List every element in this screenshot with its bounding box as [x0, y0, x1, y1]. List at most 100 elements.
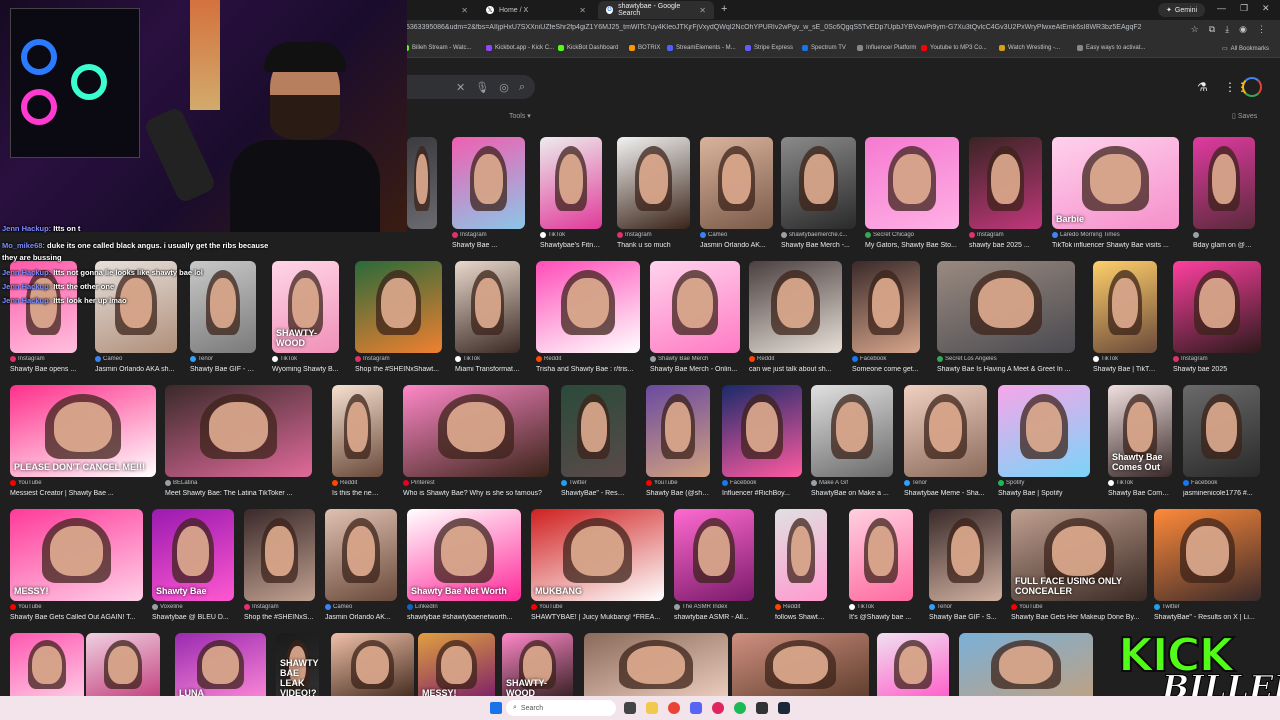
- result-caption[interactable]: Someone come get...: [852, 366, 920, 373]
- minimize-icon[interactable]: —: [1217, 3, 1226, 13]
- image-thumbnail[interactable]: [1183, 385, 1260, 477]
- image-result[interactable]: TikTok It's @Shawty bae ...: [849, 509, 913, 629]
- result-source[interactable]: The ASMR Index: [674, 604, 754, 610]
- result-caption[interactable]: shawty bae 2025 ...: [969, 242, 1042, 249]
- image-result[interactable]: Cameo Jasmin Orlando AK...: [700, 137, 773, 257]
- result-caption[interactable]: Trisha and Shawty Bae : r/tris...: [536, 366, 640, 373]
- image-thumbnail[interactable]: [325, 509, 397, 601]
- extensions-icon[interactable]: ⧉: [1209, 24, 1215, 35]
- result-caption[interactable]: Meet Shawty Bae: The Latina TikToker ...: [165, 490, 312, 497]
- image-thumbnail[interactable]: [650, 261, 740, 353]
- image-result[interactable]: Tenor Shawtybae Meme - Sha...: [904, 385, 987, 505]
- result-source[interactable]: Tenor: [190, 356, 256, 362]
- image-thumbnail[interactable]: SHAWTY-WOOD: [272, 261, 339, 353]
- result-caption[interactable]: Shawty Bae Comes ...: [1108, 490, 1172, 497]
- result-caption[interactable]: Shop the #SHEINxShawt...: [355, 366, 442, 373]
- result-caption[interactable]: Jasmin Orlando AK...: [325, 614, 397, 621]
- result-source[interactable]: Instagram: [617, 232, 690, 238]
- spotify-icon[interactable]: [734, 702, 746, 714]
- image-result[interactable]: Reddit Is this the new Sha...: [332, 385, 383, 505]
- result-caption[interactable]: Shawty Bae GIF - S...: [190, 366, 256, 373]
- result-source[interactable]: Laredo Morning Times: [1052, 232, 1179, 238]
- menu-icon[interactable]: ⋮: [1257, 24, 1266, 35]
- labs-icon[interactable]: ⚗: [1197, 80, 1208, 94]
- image-result[interactable]: Instagram Shawty Bae ...: [452, 137, 525, 257]
- image-thumbnail[interactable]: Shawty Bae Net Worth: [407, 509, 521, 601]
- image-thumbnail[interactable]: [937, 261, 1075, 353]
- result-source[interactable]: Facebook: [1183, 480, 1260, 486]
- result-source[interactable]: YouTube: [1011, 604, 1147, 610]
- image-thumbnail[interactable]: [1093, 261, 1157, 353]
- image-result[interactable]: Instagram Shop the #SHEINxShawt...: [355, 261, 442, 381]
- saves-button[interactable]: ▯ Saves: [1232, 112, 1257, 120]
- image-result[interactable]: Instagram Shop the #SHEINxS...: [244, 509, 315, 629]
- tab-google-search[interactable]: G shawtybae - Google Search ✕: [598, 1, 714, 19]
- tools-button[interactable]: Tools ▾: [509, 112, 531, 120]
- result-caption[interactable]: Jasmin Orlando AKA sh...: [95, 366, 177, 373]
- result-caption[interactable]: Is this the new Sha...: [332, 490, 383, 497]
- image-result[interactable]: Tenor Shawty Bae GIF - S...: [190, 261, 256, 381]
- profile-icon[interactable]: ◉: [1239, 24, 1247, 35]
- result-source[interactable]: Tenor: [929, 604, 1002, 610]
- image-thumbnail[interactable]: [722, 385, 802, 477]
- maximize-icon[interactable]: ❐: [1240, 3, 1248, 14]
- result-caption[interactable]: follows Shawty bae...: [775, 614, 827, 621]
- result-source[interactable]: YouTube: [646, 480, 710, 486]
- image-thumbnail[interactable]: [781, 137, 856, 229]
- image-result[interactable]: Facebook jasminenicole1776 #...: [1183, 385, 1260, 505]
- result-source[interactable]: Cameo: [700, 232, 773, 238]
- search-icon[interactable]: ⌕: [519, 81, 525, 94]
- image-result[interactable]: Bday glam on @Sha...: [1193, 137, 1255, 257]
- image-thumbnail[interactable]: [877, 633, 949, 703]
- account-avatar[interactable]: [1242, 77, 1262, 97]
- image-result[interactable]: YouTube Shawty Bae (@sha...: [646, 385, 710, 505]
- image-result[interactable]: BELatina Meet Shawty Bae: The Latina TikT…: [165, 385, 312, 505]
- result-caption[interactable]: Wyoming Shawty B...: [272, 366, 339, 373]
- image-thumbnail[interactable]: [674, 509, 754, 601]
- image-thumbnail[interactable]: [700, 137, 773, 229]
- result-source[interactable]: Instagram: [969, 232, 1042, 238]
- result-caption[interactable]: Shawty Bae Is Having A Meet & Greet In .…: [937, 366, 1075, 373]
- star-icon[interactable]: ☆: [1191, 24, 1199, 35]
- image-thumbnail[interactable]: [811, 385, 893, 477]
- image-result[interactable]: Barbie Laredo Morning Times TikTok influen…: [1052, 137, 1179, 257]
- result-caption[interactable]: Shawtybae @ BLEU D...: [152, 614, 234, 621]
- bookmark-item[interactable]: StreamElements - M...: [667, 45, 736, 51]
- image-thumbnail[interactable]: [536, 261, 640, 353]
- image-thumbnail[interactable]: [852, 261, 920, 353]
- image-thumbnail[interactable]: PLEASE DON'T CANCEL ME!!!: [10, 385, 156, 477]
- result-caption[interactable]: Shawty Bae Merch - Onlin...: [650, 366, 740, 373]
- image-thumbnail[interactable]: [455, 261, 520, 353]
- result-source[interactable]: Instagram: [10, 356, 77, 362]
- close-icon[interactable]: ✕: [699, 6, 706, 15]
- result-caption[interactable]: Shop the #SHEINxS...: [244, 614, 315, 621]
- result-caption[interactable]: My Gators, Shawty Bae Sto...: [865, 242, 959, 249]
- result-source[interactable]: Facebook: [722, 480, 802, 486]
- result-source[interactable]: Secret Chicago: [865, 232, 959, 238]
- image-result[interactable]: PLEASE DON'T CANCEL ME!!! YouTube Messiest…: [10, 385, 156, 505]
- result-source[interactable]: YouTube: [531, 604, 664, 610]
- image-result[interactable]: SHAWTY-WOOD TikTok Wyoming Shawty B...: [272, 261, 339, 381]
- result-caption[interactable]: Shawty Bae opens ...: [10, 366, 77, 373]
- clear-icon[interactable]: ✕: [456, 81, 465, 94]
- result-caption[interactable]: jasminenicole1776 #...: [1183, 490, 1260, 497]
- bookmark-item[interactable]: Influencer Platform: [857, 45, 916, 51]
- result-caption[interactable]: Shawty Bae | Spotify: [998, 490, 1090, 497]
- image-thumbnail[interactable]: [849, 509, 913, 601]
- image-thumbnail[interactable]: [969, 137, 1042, 229]
- result-source[interactable]: Spotify: [998, 480, 1090, 486]
- image-thumbnail[interactable]: [959, 633, 1093, 703]
- image-thumbnail[interactable]: [929, 509, 1002, 601]
- image-result[interactable]: Reddit Trisha and Shawty Bae : r/tris...: [536, 261, 640, 381]
- image-result[interactable]: Instagram Thank u so much: [617, 137, 690, 257]
- bookmark-item[interactable]: Watch Wrestling -...: [999, 45, 1060, 51]
- image-thumbnail[interactable]: Barbie: [1052, 137, 1179, 229]
- image-result[interactable]: The ASMR Index shawtybae ASMR - All...: [674, 509, 754, 629]
- close-window-icon[interactable]: ✕: [1262, 3, 1270, 14]
- image-result[interactable]: FULL FACE USING ONLY CONCEALER YouTube Sha…: [1011, 509, 1147, 629]
- result-source[interactable]: Instagram: [1173, 356, 1261, 362]
- result-source[interactable]: LinkedIn: [407, 604, 521, 610]
- result-source[interactable]: Reddit: [332, 480, 383, 486]
- result-source[interactable]: Instagram: [452, 232, 525, 238]
- image-thumbnail[interactable]: [584, 633, 728, 703]
